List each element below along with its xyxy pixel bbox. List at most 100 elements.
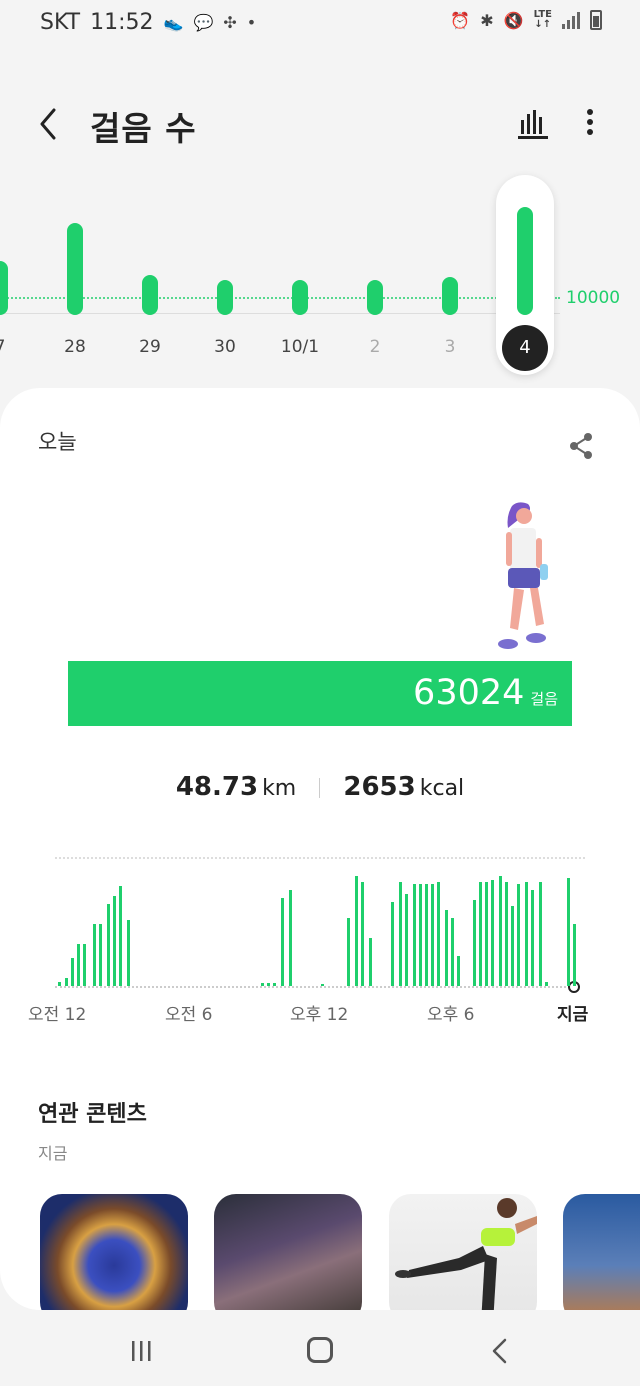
day-bar (0, 261, 8, 315)
bar-chart-icon (518, 110, 548, 139)
hourly-bar (445, 910, 448, 986)
today-label: 오늘 (38, 430, 77, 454)
day-label: 2 (369, 337, 381, 357)
page-title: 걸음 수 (90, 109, 197, 148)
day-bar (442, 277, 458, 315)
hourly-bar (321, 984, 324, 986)
alarm-icon: ⏰ (450, 10, 471, 30)
day-bar (367, 280, 383, 315)
hourly-bar (83, 944, 86, 986)
hourly-bar (77, 944, 80, 986)
axis-label: 오후 12 (290, 1005, 349, 1025)
content-thumbnail[interactable] (40, 1194, 188, 1310)
status-right: ⏰ ✱ 🔇 LTE ↓↑ (450, 10, 602, 30)
axis-label: 오후 6 (427, 1005, 475, 1025)
hourly-axis: 오전 12 오전 6 오후 12 오후 6 지금 (0, 1000, 640, 1025)
day-bar (217, 280, 233, 315)
shoe-icon: 👟 (163, 13, 184, 32)
status-bar: SKT 11:52 👟 💬 ✣ • ⏰ ✱ 🔇 LTE ↓↑ (0, 0, 640, 50)
bluetooth-icon: ✱ (480, 10, 494, 30)
hourly-bar (525, 882, 528, 986)
hourly-bar (289, 890, 292, 986)
steps-progress-bar: 63024 걸음 (68, 661, 572, 726)
day-bar (292, 280, 308, 315)
hourly-bar (119, 886, 122, 986)
chart-base-line (55, 986, 570, 988)
day-column[interactable]: 3 (425, 175, 475, 380)
day-column[interactable]: 30 (200, 175, 250, 380)
back-button[interactable] (34, 104, 64, 144)
hourly-bar (425, 884, 428, 986)
hourly-bar (511, 906, 514, 986)
system-nav-bar (0, 1310, 640, 1386)
hourly-bar (93, 924, 96, 986)
axis-label-now: 지금 (557, 1005, 589, 1025)
hourly-bar (539, 882, 542, 986)
hourly-bar (437, 882, 440, 986)
hourly-bar (361, 882, 364, 986)
battery-icon (590, 10, 602, 30)
hourly-bar (573, 924, 576, 986)
talk-icon: 💬 (193, 13, 214, 32)
day-column[interactable]: 29 (125, 175, 175, 380)
hourly-bar (413, 884, 416, 986)
hourly-bar (545, 982, 548, 986)
calories-value: 2653 (343, 772, 416, 802)
steps-unit: 걸음 (530, 690, 558, 708)
hourly-bar (65, 978, 68, 986)
related-thumbnails (0, 1194, 640, 1310)
hourly-bar (267, 983, 270, 986)
hourly-bar (355, 876, 358, 986)
selected-day-label: 4 (502, 325, 548, 371)
day-bar (142, 275, 158, 315)
system-back-button[interactable] (490, 1338, 510, 1364)
content-thumbnail[interactable] (563, 1194, 640, 1310)
stats-divider (319, 777, 321, 798)
recents-button[interactable] (130, 1340, 154, 1362)
hourly-bar (505, 882, 508, 986)
hourly-bar (531, 890, 534, 986)
status-left: SKT 11:52 👟 💬 ✣ • (40, 10, 256, 35)
hourly-bar (451, 918, 454, 986)
share-button[interactable] (568, 432, 594, 460)
athlete-image (395, 1198, 537, 1310)
related-subtitle: 지금 (38, 1144, 68, 1163)
hourly-bar (281, 898, 284, 986)
distance-unit: km (262, 776, 297, 801)
hourly-bar (58, 982, 61, 986)
day-label: 7 (0, 337, 25, 357)
day-label: 10/1 (280, 337, 320, 357)
clock: 11:52 (90, 10, 154, 35)
steps-count: 63024 (413, 673, 525, 713)
distance-value: 48.73 (175, 772, 259, 802)
day-column[interactable]: 7 (0, 175, 25, 380)
hourly-bar (369, 938, 372, 986)
home-button[interactable] (307, 1337, 333, 1363)
more-options-button[interactable] (578, 106, 602, 140)
fan-icon: ✣ (223, 13, 237, 32)
content-thumbnail[interactable] (214, 1194, 362, 1310)
day-column[interactable]: 10/1 (275, 175, 325, 380)
hourly-bar (499, 876, 502, 986)
chart-top-line (55, 857, 585, 859)
hourly-bar (107, 904, 110, 986)
carrier-label: SKT (40, 10, 81, 35)
hourly-bar (491, 880, 494, 986)
hourly-bar (261, 983, 264, 986)
today-card: 오늘 63024 걸음 48.73 km 2653 kcal 오전 12 오전 … (0, 388, 640, 1310)
hourly-bar (485, 882, 488, 986)
chevron-left-icon (40, 108, 56, 140)
day-label: 29 (139, 337, 161, 357)
selected-day[interactable]: 4 (496, 175, 554, 375)
dot-icon: • (246, 13, 257, 32)
chart-view-button[interactable] (516, 106, 550, 140)
day-column[interactable]: 28 (50, 175, 100, 380)
share-icon (570, 433, 592, 459)
hourly-bar (71, 958, 74, 986)
day-label: 30 (214, 337, 236, 357)
hourly-bar (473, 900, 476, 986)
weekly-steps-strip: 7 28 29 30 10/1 2 3 4 10000 (0, 175, 640, 380)
day-label: 28 (64, 337, 86, 357)
day-column[interactable]: 2 (350, 175, 400, 380)
content-thumbnail[interactable] (389, 1194, 537, 1310)
